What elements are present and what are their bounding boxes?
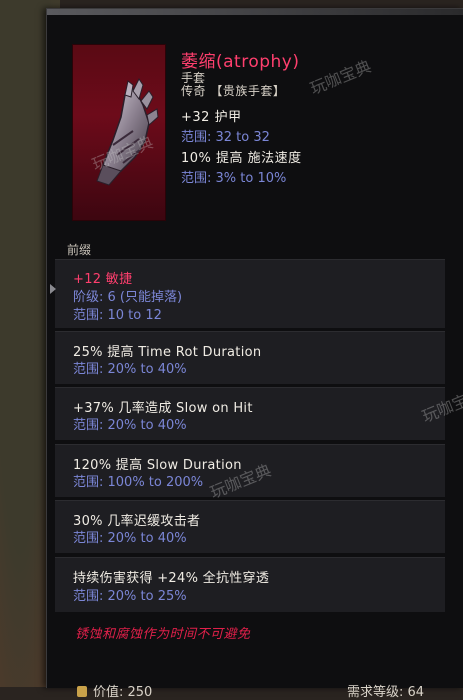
affix-row[interactable]: 25% 提高 Time Rot Duration 范围: 20% to 40% (55, 331, 445, 384)
affix-row[interactable]: +37% 几率造成 Slow on Hit 范围: 20% to 40% (55, 387, 445, 440)
affix-range: 范围: 10 to 12 (73, 308, 162, 323)
affix-range: 范围: 20% to 25% (73, 589, 187, 604)
gauntlet-icon (96, 78, 159, 186)
implicit-stat: 10% 提高 施法速度 (181, 151, 302, 166)
affix-tier: 阶级: 6 (只能掉落) (73, 290, 183, 305)
affix-stat: +12 敏捷 (73, 272, 133, 287)
coin-icon (77, 686, 87, 697)
item-rarity: 传奇 【贵族手套】 (181, 84, 286, 98)
affix-row[interactable]: +12 敏捷 阶级: 6 (只能掉落) 范围: 10 to 12 (50, 259, 445, 328)
prefix-section-label: 前缀 (67, 243, 92, 257)
implicit-stat: +32 护甲 (181, 110, 242, 125)
implicit-range: 范围: 3% to 10% (181, 171, 287, 186)
item-tooltip: 萎缩(atrophy) 手套 传奇 【贵族手套】 +32 护甲 范围: 32 t… (46, 8, 463, 700)
item-value-text: 价值: 250 (93, 685, 153, 700)
affix-range: 范围: 20% to 40% (73, 362, 187, 377)
tooltip-top-border (47, 9, 463, 15)
affix-stat: 持续伤害获得 +24% 全抗性穿透 (73, 571, 270, 586)
lore-text: 锈蚀和腐蚀作为时间不可避免 (75, 627, 251, 642)
implicit-range: 范围: 32 to 32 (181, 130, 270, 145)
affix-marker-icon (50, 284, 56, 294)
affix-range: 范围: 20% to 40% (73, 418, 187, 433)
item-icon-frame (72, 44, 166, 221)
affix-row[interactable]: 持续伤害获得 +24% 全抗性穿透 范围: 20% to 25% (55, 557, 445, 612)
affix-row[interactable]: 30% 几率迟缓攻击者 范围: 20% to 40% (55, 500, 445, 553)
affix-range: 范围: 100% to 200% (73, 475, 204, 490)
item-value: 价值: 250 (77, 681, 152, 700)
level-requirement: 需求等级: 64 (347, 685, 425, 700)
affix-range: 范围: 20% to 40% (73, 531, 187, 546)
